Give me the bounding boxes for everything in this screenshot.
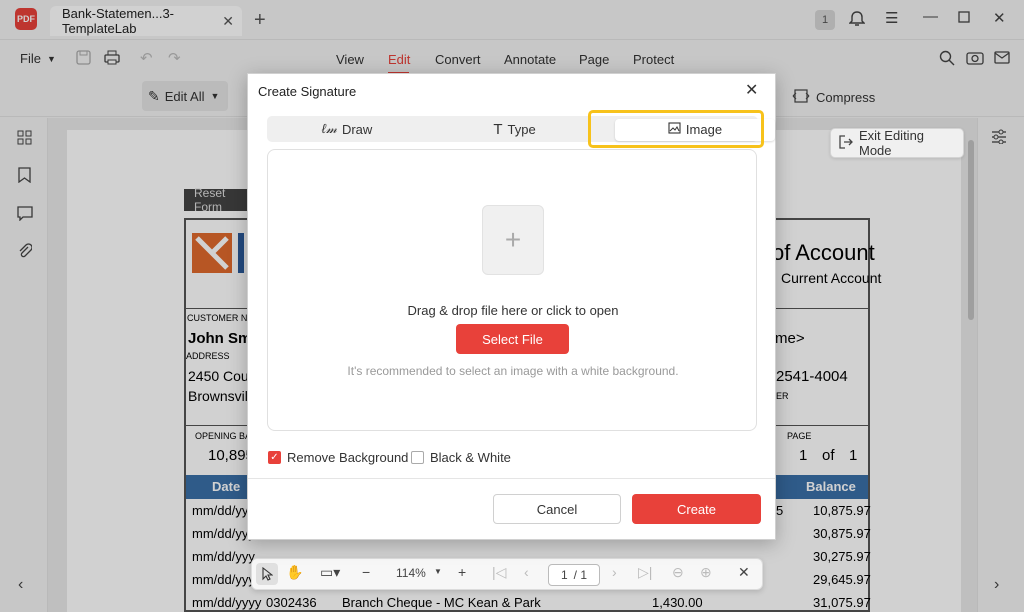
tab-draw-label: Draw <box>341 121 373 137</box>
first-page-icon[interactable]: |◁ <box>492 564 506 581</box>
remove-background-checkbox[interactable]: ✓ Remove Background <box>268 450 408 465</box>
drop-instructions: Drag & drop file here or click to open <box>407 303 619 318</box>
create-signature-dialog: Create Signature ✕ ℓ𝓂 Draw T Type Image … <box>247 73 776 540</box>
cancel-button[interactable]: Cancel <box>493 494 621 524</box>
image-drop-zone[interactable]: + Drag & drop file here or click to open… <box>267 149 757 431</box>
exit-editing-mode-button[interactable]: Exit Editing Mode <box>830 128 964 158</box>
tab-type[interactable]: T Type <box>432 116 597 142</box>
current-page: 1 <box>560 568 568 582</box>
black-white-checkbox[interactable]: Black & White <box>411 450 511 465</box>
select-tool-icon[interactable] <box>256 563 278 585</box>
zoom-in-icon[interactable]: + <box>458 564 466 580</box>
black-white-label: Black & White <box>430 450 511 465</box>
view-mode-icon[interactable]: ▭▾ <box>320 564 340 581</box>
forward-view-icon[interactable]: ⊕ <box>700 564 712 581</box>
prev-page-icon[interactable]: ‹ <box>524 564 529 580</box>
chevron-down-icon[interactable]: ▼ <box>434 567 442 576</box>
add-image-icon[interactable]: + <box>482 205 544 275</box>
zoom-out-icon[interactable]: − <box>362 564 370 580</box>
dialog-footer-divider <box>248 478 775 479</box>
exit-icon <box>839 134 853 152</box>
page-navigation-bar: ✋ ▭▾ − 114% ▼ + |◁ ‹ 1 / 1 › ▷| ⊖ ⊕ ✕ <box>251 558 763 590</box>
total-pages: / 1 <box>573 568 588 582</box>
zoom-level[interactable]: 114% <box>396 566 426 580</box>
tab-draw[interactable]: ℓ𝓂 Draw <box>267 116 427 142</box>
next-page-icon[interactable]: › <box>612 564 617 580</box>
exit-editing-label: Exit Editing Mode <box>859 128 925 158</box>
checkbox-unchecked-icon <box>411 451 424 464</box>
create-button[interactable]: Create <box>632 494 761 524</box>
background-hint: It's recommended to select an image with… <box>347 364 679 378</box>
checkbox-checked-icon: ✓ <box>268 451 281 464</box>
remove-background-label: Remove Background <box>287 450 409 465</box>
dialog-title: Create Signature <box>258 84 357 99</box>
select-file-button[interactable]: Select File <box>456 324 569 354</box>
tab-type-label: Type <box>507 121 536 137</box>
close-navbar-icon[interactable]: ✕ <box>738 564 750 581</box>
close-dialog-icon[interactable]: ✕ <box>745 80 758 100</box>
signature-draw-icon: ℓ𝓂 <box>321 121 337 136</box>
back-view-icon[interactable]: ⊖ <box>672 564 684 581</box>
last-page-icon[interactable]: ▷| <box>638 564 652 581</box>
hand-tool-icon[interactable]: ✋ <box>286 564 303 581</box>
text-type-icon: T <box>493 120 503 138</box>
page-input[interactable]: 1 / 1 <box>548 564 600 586</box>
image-tab-highlight <box>588 110 764 148</box>
